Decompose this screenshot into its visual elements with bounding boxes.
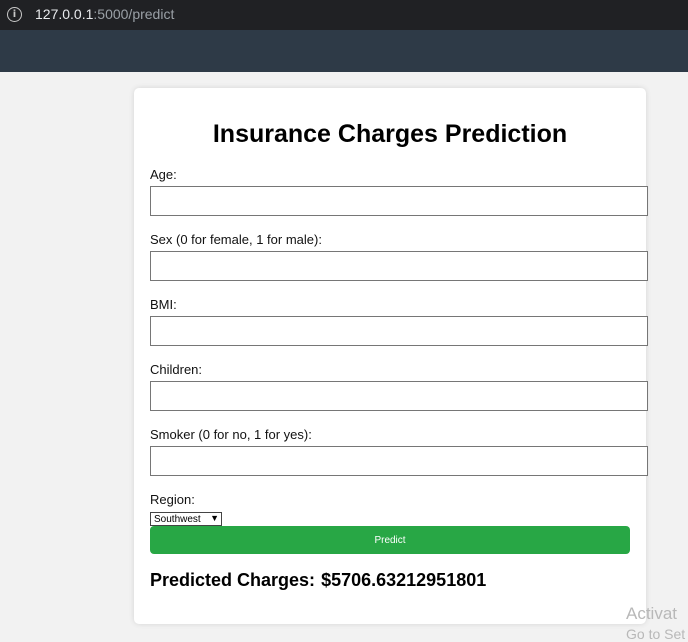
age-input[interactable] — [150, 186, 648, 216]
smoker-label: Smoker (0 for no, 1 for yes): — [150, 427, 312, 442]
result-label: Predicted Charges: — [150, 570, 316, 590]
bmi-label: BMI: — [150, 297, 177, 312]
app-header-bar — [0, 30, 688, 72]
region-label: Region: — [150, 492, 195, 507]
sex-label: Sex (0 for female, 1 for male): — [150, 232, 322, 247]
age-label: Age: — [150, 167, 177, 182]
browser-address-bar[interactable]: i 127.0.0.1:5000/predict — [0, 0, 688, 30]
bmi-input[interactable] — [150, 316, 648, 346]
prediction-result: Predicted Charges: $5706.63212951801 — [150, 570, 486, 591]
sex-input[interactable] — [150, 251, 648, 281]
region-select[interactable]: Southwest ▼ — [150, 512, 222, 526]
url-host: 127.0.0.1 — [35, 6, 94, 22]
watermark-line1: Activat — [626, 604, 678, 623]
activation-watermark: Activat Go to Set — [626, 604, 685, 642]
predict-button[interactable]: Predict — [150, 526, 630, 554]
site-info-icon[interactable]: i — [7, 7, 22, 22]
chevron-down-icon: ▼ — [210, 513, 219, 523]
children-label: Children: — [150, 362, 203, 377]
region-selected-value: Southwest — [154, 513, 201, 525]
page-title: Insurance Charges Prediction — [212, 120, 568, 148]
smoker-input[interactable] — [150, 446, 648, 476]
watermark-line2: Go to Set — [626, 626, 686, 642]
url-path: :5000/predict — [93, 6, 175, 22]
result-value: $5706.63212951801 — [321, 570, 487, 590]
children-input[interactable] — [150, 381, 648, 411]
url-text[interactable]: 127.0.0.1:5000/predict — [35, 6, 174, 22]
